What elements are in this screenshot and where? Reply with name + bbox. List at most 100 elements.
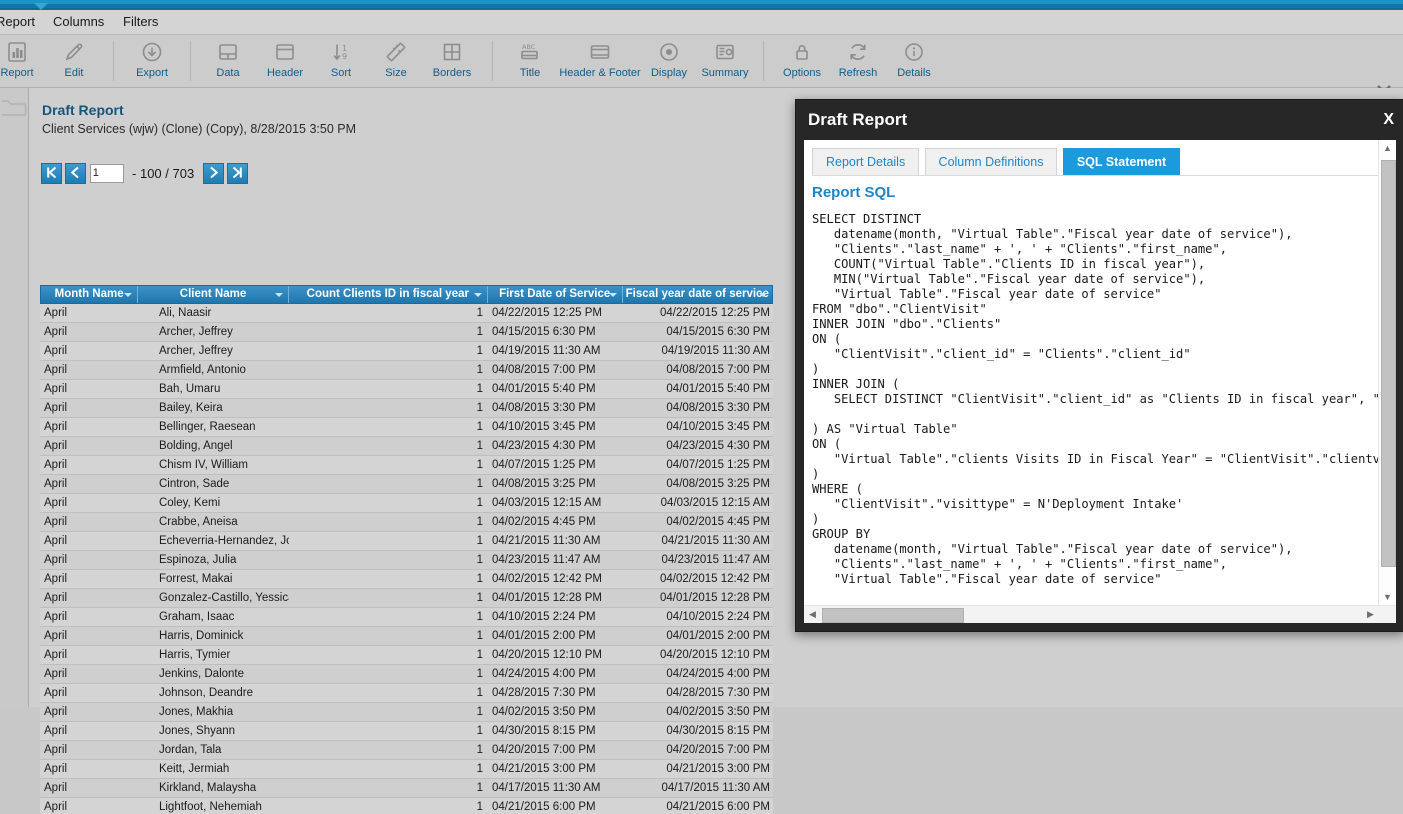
abc-title-icon: ABC bbox=[501, 40, 559, 66]
pager-last-button[interactable] bbox=[226, 163, 248, 184]
table-row[interactable]: April Bolding, Angel 1 04/23/2015 4:30 PM 04… bbox=[40, 437, 773, 456]
table-row[interactable]: April Harris, Dominick 1 04/01/2015 2:00 PM… bbox=[40, 627, 773, 646]
menu-bar: Report Columns Filters bbox=[0, 10, 1403, 35]
table-row[interactable]: April Bellinger, Raesean 1 04/10/2015 3:45 … bbox=[40, 418, 773, 437]
table-row[interactable]: April Jones, Shyann 1 04/30/2015 8:15 PM 04/… bbox=[40, 722, 773, 741]
scroll-right-icon[interactable]: ▶ bbox=[1363, 606, 1378, 623]
table-row[interactable]: April Chism IV, William 1 04/07/2015 1:25 P… bbox=[40, 456, 773, 475]
tab-column-definitions[interactable]: Column Definitions bbox=[924, 148, 1058, 175]
pager-page-input[interactable]: 1 bbox=[89, 164, 124, 183]
folder-icon[interactable] bbox=[2, 98, 28, 120]
table-cell: April bbox=[44, 611, 68, 623]
table-row[interactable]: April Harris, Tymier 1 04/20/2015 12:10 PM 0… bbox=[40, 646, 773, 665]
vertical-scrollbar-thumb[interactable] bbox=[1381, 160, 1396, 567]
table-row[interactable]: April Jones, Makhia 1 04/02/2015 3:50 PM 04/… bbox=[40, 703, 773, 722]
pagination-controls: 1 - 100 / 703 bbox=[41, 163, 248, 184]
toolbar-button-sort[interactable]: 19 Sort bbox=[312, 37, 370, 85]
table-row[interactable]: April Coley, Kemi 1 04/03/2015 12:15 AM 04/0… bbox=[40, 494, 773, 513]
toolbar-button-details[interactable]: Details bbox=[885, 37, 943, 85]
table-row[interactable]: April Kirkland, Malaysha 1 04/17/2015 11:30… bbox=[40, 779, 773, 798]
table-cell: 04/07/2015 1:25 PM bbox=[492, 459, 596, 471]
table-row[interactable]: April Cintron, Sade 1 04/08/2015 3:25 PM 04/… bbox=[40, 475, 773, 494]
scroll-down-icon[interactable]: ▼ bbox=[1379, 589, 1396, 606]
grid-column-header-fiscal-year-date[interactable]: Fiscal year date of service bbox=[623, 286, 773, 303]
table-cell: 04/24/2015 4:00 PM bbox=[492, 668, 596, 680]
scroll-left-icon[interactable]: ◀ bbox=[805, 606, 820, 623]
chevron-down-icon[interactable] bbox=[473, 293, 482, 297]
table-row[interactable]: April Keitt, Jermiah 1 04/21/2015 3:00 PM 04… bbox=[40, 760, 773, 779]
pager-first-button[interactable] bbox=[41, 163, 62, 184]
toolbar-button-options[interactable]: Options bbox=[773, 37, 831, 85]
table-row[interactable]: April Crabbe, Aneisa 1 04/02/2015 4:45 PM 04… bbox=[40, 513, 773, 532]
chevron-down-icon[interactable] bbox=[274, 293, 283, 297]
table-row[interactable]: April Armfield, Antonio 1 04/08/2015 7:00 P… bbox=[40, 361, 773, 380]
table-cell: 1 bbox=[476, 459, 483, 471]
tab-sql-statement[interactable]: SQL Statement bbox=[1062, 148, 1181, 175]
dialog-vertical-scrollbar[interactable]: ▲ ▼ bbox=[1378, 140, 1396, 606]
table-row[interactable]: April Echeverria-Hernandez, Jose 1 04/21/20… bbox=[40, 532, 773, 551]
table-row[interactable]: April Bailey, Keira 1 04/08/2015 3:30 PM 04/… bbox=[40, 399, 773, 418]
table-cell: April bbox=[44, 516, 68, 528]
menu-report[interactable]: Report bbox=[0, 14, 35, 29]
table-cell: 1 bbox=[476, 364, 483, 376]
toolbar-button-size[interactable]: Size bbox=[367, 37, 425, 85]
table-cell: Kirkland, Malaysha bbox=[158, 782, 257, 794]
menu-filters[interactable]: Filters bbox=[123, 14, 158, 29]
table-row[interactable]: April Archer, Jeffrey 1 04/15/2015 6:30 PM 0… bbox=[40, 323, 773, 342]
dialog-horizontal-scrollbar[interactable]: ◀ ▶ bbox=[804, 605, 1396, 623]
table-row[interactable]: April Forrest, Makai 1 04/02/2015 12:42 PM 0… bbox=[40, 570, 773, 589]
toolbar-button-data[interactable]: Data bbox=[199, 37, 257, 85]
ruler-icon bbox=[367, 40, 425, 66]
chevron-down-icon[interactable] bbox=[608, 293, 617, 297]
menu-columns[interactable]: Columns bbox=[53, 14, 104, 29]
dialog-close-icon[interactable]: X bbox=[1383, 111, 1394, 129]
table-cell: Bellinger, Raesean bbox=[158, 421, 256, 433]
toolbar-button-summary[interactable]: Summary bbox=[696, 37, 754, 85]
chevron-down-icon[interactable] bbox=[759, 293, 768, 297]
table-cell: 1 bbox=[476, 611, 483, 623]
grid-column-header-first-date[interactable]: First Date of Service bbox=[488, 286, 623, 303]
chevron-down-icon[interactable] bbox=[124, 293, 133, 297]
toolbar-button-report[interactable]: Report bbox=[0, 37, 46, 85]
grid-column-header-client-name[interactable]: Client Name bbox=[138, 286, 289, 303]
table-cell: 04/01/2015 12:28 PM bbox=[660, 592, 770, 604]
grid-column-header-count-clients[interactable]: Count Clients ID in fiscal year bbox=[289, 286, 488, 303]
table-cell: 04/08/2015 7:00 PM bbox=[666, 364, 770, 376]
table-row[interactable]: April Bah, Umaru 1 04/01/2015 5:40 PM 04/01/… bbox=[40, 380, 773, 399]
toolbar-button-export[interactable]: Export bbox=[123, 37, 181, 85]
table-row[interactable]: April Jenkins, Dalonte 1 04/24/2015 4:00 PM… bbox=[40, 665, 773, 684]
table-row[interactable]: April Gonzalez-Castillo, Yessica 1 04/01/20… bbox=[40, 589, 773, 608]
table-row[interactable]: April Jordan, Tala 1 04/20/2015 7:00 PM 04/2… bbox=[40, 741, 773, 760]
table-cell: 04/15/2015 6:30 PM bbox=[492, 326, 596, 338]
table-row[interactable]: April Ali, Naasir 1 04/22/2015 12:25 PM 04/2… bbox=[40, 304, 773, 323]
table-cell: Espinoza, Julia bbox=[158, 554, 237, 566]
table-row[interactable]: April Graham, Isaac 1 04/10/2015 2:24 PM 04/… bbox=[40, 608, 773, 627]
toolbar-button-edit[interactable]: Edit bbox=[45, 37, 103, 85]
table-row[interactable]: April Espinoza, Julia 1 04/23/2015 11:47 AM… bbox=[40, 551, 773, 570]
toolbar-button-refresh[interactable]: Refresh bbox=[829, 37, 887, 85]
toolbar-button-display[interactable]: Display bbox=[640, 37, 698, 85]
table-cell: April bbox=[44, 497, 68, 509]
data-grid-icon bbox=[199, 40, 257, 66]
table-cell: April bbox=[44, 307, 68, 319]
sort-down-icon: 19 bbox=[312, 40, 370, 66]
toolbar-button-header-footer[interactable]: Header & Footer bbox=[552, 37, 648, 85]
tab-report-details[interactable]: Report Details bbox=[812, 148, 920, 175]
table-row[interactable]: April Archer, Jeffrey 1 04/19/2015 11:30 AM… bbox=[40, 342, 773, 361]
table-cell: 1 bbox=[476, 744, 483, 756]
toolbar-button-header[interactable]: Header bbox=[256, 37, 314, 85]
table-row[interactable]: April Lightfoot, Nehemiah 1 04/21/2015 6:00… bbox=[40, 798, 773, 814]
table-cell: 04/02/2015 4:45 PM bbox=[492, 516, 596, 528]
grid-column-header-month-name[interactable]: Month Name bbox=[41, 286, 139, 303]
toolbar-button-title[interactable]: ABC Title bbox=[501, 37, 559, 85]
table-row[interactable]: April Johnson, Deandre 1 04/28/2015 7:30 PM… bbox=[40, 684, 773, 703]
toolbar-label-borders: Borders bbox=[432, 67, 472, 79]
pager-next-button[interactable] bbox=[202, 163, 224, 184]
toolbar-label-header-footer: Header & Footer bbox=[559, 67, 641, 79]
table-cell: April bbox=[44, 725, 68, 737]
scroll-up-icon[interactable]: ▲ bbox=[1379, 140, 1396, 157]
table-cell: 1 bbox=[476, 307, 483, 319]
horizontal-scrollbar-thumb[interactable] bbox=[822, 608, 964, 623]
toolbar-button-borders[interactable]: Borders bbox=[423, 37, 481, 85]
pager-prev-button[interactable] bbox=[65, 163, 87, 184]
